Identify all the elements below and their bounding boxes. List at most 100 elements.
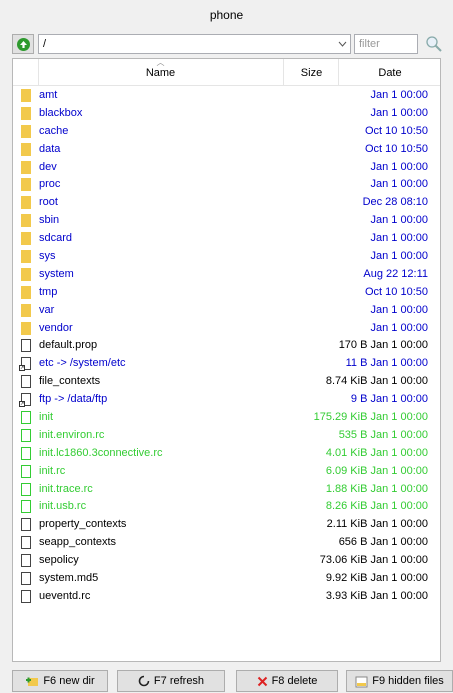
- file-date: Jan 1 00:00: [370, 375, 429, 388]
- list-item[interactable]: var Jan 1 00:00: [13, 302, 440, 320]
- file-name: root: [39, 196, 58, 209]
- file-size-date: 4.01 KiB Jan 1 00:00: [326, 445, 428, 463]
- arrow-up-icon: [16, 37, 30, 51]
- folder-icon: [21, 196, 31, 210]
- list-item[interactable]: system Aug 22 12:11: [13, 266, 440, 284]
- file-size-date: Jan 1 00:00: [371, 302, 429, 320]
- file-name: blackbox: [39, 106, 83, 119]
- sort-ascending-icon: ︿: [156, 58, 165, 67]
- file-name: init.rc: [39, 464, 66, 477]
- file-date: Oct 10 10:50: [365, 124, 428, 137]
- file-name: file_contexts: [39, 375, 101, 388]
- file-size-date: 535 B Jan 1 00:00: [339, 427, 428, 445]
- list-item[interactable]: init.usb.rc 8.26 KiB Jan 1 00:00: [13, 498, 440, 516]
- file-size-date: Oct 10 10:50: [365, 141, 428, 159]
- list-item[interactable]: sepolicy 73.06 KiB Jan 1 00:00: [13, 552, 440, 570]
- list-item[interactable]: init.environ.rc 535 B Jan 1 00:00: [13, 427, 440, 445]
- file-name: tmp: [39, 285, 58, 298]
- file-date: Jan 1 00:00: [370, 106, 429, 119]
- file-name: etc -> /system/etc: [39, 357, 126, 370]
- file-date: Jan 1 00:00: [370, 303, 429, 316]
- list-item[interactable]: vendor Jan 1 00:00: [13, 320, 440, 338]
- list-item[interactable]: tmp Oct 10 10:50: [13, 284, 440, 302]
- file-size: 170 B: [338, 339, 368, 352]
- file-date: Jan 1 00:00: [370, 357, 429, 370]
- file-size-date: 1.88 KiB Jan 1 00:00: [326, 481, 428, 499]
- folder-icon: [21, 214, 31, 228]
- hidden-files-button[interactable]: F9 hidden files: [346, 670, 453, 692]
- list-item[interactable]: root Dec 28 08:10: [13, 194, 440, 212]
- file-date: Jan 1 00:00: [370, 214, 429, 227]
- list-item[interactable]: data Oct 10 10:50: [13, 141, 440, 159]
- file-size: 8.26 KiB: [325, 500, 368, 513]
- list-item[interactable]: cache Oct 10 10:50: [13, 123, 440, 141]
- list-item[interactable]: ueventd.rc 3.93 KiB Jan 1 00:00: [13, 588, 440, 606]
- list-item[interactable]: amt Jan 1 00:00: [13, 87, 440, 105]
- list-item[interactable]: sys Jan 1 00:00: [13, 248, 440, 266]
- folder-icon: [21, 285, 31, 299]
- file-name: sepolicy: [39, 554, 79, 567]
- list-item[interactable]: sdcard Jan 1 00:00: [13, 230, 440, 248]
- file-name: system: [39, 267, 74, 280]
- list-item[interactable]: property_contexts 2.11 KiB Jan 1 00:00: [13, 516, 440, 534]
- list-item[interactable]: init.rc 6.09 KiB Jan 1 00:00: [13, 463, 440, 481]
- file-name: seapp_contexts: [39, 536, 117, 549]
- file-name: init.trace.rc: [39, 482, 93, 495]
- file-icon: [21, 589, 31, 603]
- executable-file-icon: [21, 482, 31, 496]
- list-item[interactable]: dev Jan 1 00:00: [13, 159, 440, 177]
- executable-file-icon: [21, 464, 31, 478]
- file-name: dev: [39, 160, 57, 173]
- chevron-down-icon[interactable]: [335, 34, 349, 54]
- executable-file-icon: [21, 500, 31, 514]
- folder-icon: [21, 160, 31, 174]
- file-size-date: 9.92 KiB Jan 1 00:00: [326, 570, 428, 588]
- list-item[interactable]: blackbox Jan 1 00:00: [13, 105, 440, 123]
- list-item[interactable]: system.md5 9.92 KiB Jan 1 00:00: [13, 570, 440, 588]
- file-date: Jan 1 00:00: [370, 572, 429, 585]
- file-date: Jan 1 00:00: [370, 482, 429, 495]
- new-dir-button[interactable]: F6 new dir: [12, 670, 108, 692]
- file-size-date: Aug 22 12:11: [363, 266, 428, 284]
- file-date: Jan 1 00:00: [370, 500, 429, 513]
- file-date: Jan 1 00:00: [370, 89, 429, 101]
- list-item[interactable]: default.prop 170 B Jan 1 00:00: [13, 337, 440, 355]
- list-item[interactable]: ↗ ftp -> /data/ftp 9 B Jan 1 00:00: [13, 391, 440, 409]
- file-date: Jan 1 00:00: [370, 518, 429, 531]
- file-name: init.environ.rc: [39, 428, 105, 441]
- file-name: ftp -> /data/ftp: [39, 393, 108, 406]
- file-list[interactable]: ︿ Name Size Date amt Jan 1 00:00 blackbox J…: [12, 58, 441, 662]
- file-size: 9.92 KiB: [325, 572, 368, 585]
- file-size-date: 8.74 KiB Jan 1 00:00: [326, 373, 428, 391]
- list-item[interactable]: sbin Jan 1 00:00: [13, 212, 440, 230]
- column-header-name[interactable]: ︿ Name: [38, 59, 283, 85]
- filter-input[interactable]: filter: [354, 34, 418, 54]
- delete-button[interactable]: F8 delete: [236, 670, 338, 692]
- file-name: init: [39, 411, 54, 424]
- list-item[interactable]: seapp_contexts 656 B Jan 1 00:00: [13, 534, 440, 552]
- search-icon[interactable]: [422, 34, 446, 54]
- delete-icon: [257, 676, 267, 686]
- list-item[interactable]: init.trace.rc 1.88 KiB Jan 1 00:00: [13, 481, 440, 499]
- list-item[interactable]: file_contexts 8.74 KiB Jan 1 00:00: [13, 373, 440, 391]
- column-header-size[interactable]: Size: [283, 59, 339, 85]
- file-date: Jan 1 00:00: [370, 589, 429, 602]
- refresh-button[interactable]: F7 refresh: [117, 670, 225, 692]
- folder-icon: [21, 124, 31, 138]
- file-name: system.md5: [39, 572, 99, 585]
- list-item[interactable]: ↗ etc -> /system/etc 11 B Jan 1 00:00: [13, 355, 440, 373]
- file-name: data: [39, 142, 61, 155]
- file-date: Jan 1 00:00: [370, 339, 429, 352]
- file-size-date: 170 B Jan 1 00:00: [339, 337, 428, 355]
- file-icon: [21, 536, 31, 550]
- go-button[interactable]: [12, 34, 34, 54]
- bottom-toolbar: F6 new dir F7 refresh F8 delete F9 hidde…: [0, 670, 453, 693]
- list-item[interactable]: init.lc1860.3connective.rc 4.01 KiB Jan 1…: [13, 445, 440, 463]
- path-input[interactable]: /: [38, 34, 351, 54]
- list-item[interactable]: proc Jan 1 00:00: [13, 176, 440, 194]
- file-date: Jan 1 00:00: [370, 178, 429, 191]
- column-header-date[interactable]: Date: [338, 59, 440, 85]
- list-item[interactable]: init 175.29 KiB Jan 1 00:00: [13, 409, 440, 427]
- file-size: 1.88 KiB: [325, 482, 368, 495]
- file-size-date: 2.11 KiB Jan 1 00:00: [327, 516, 428, 534]
